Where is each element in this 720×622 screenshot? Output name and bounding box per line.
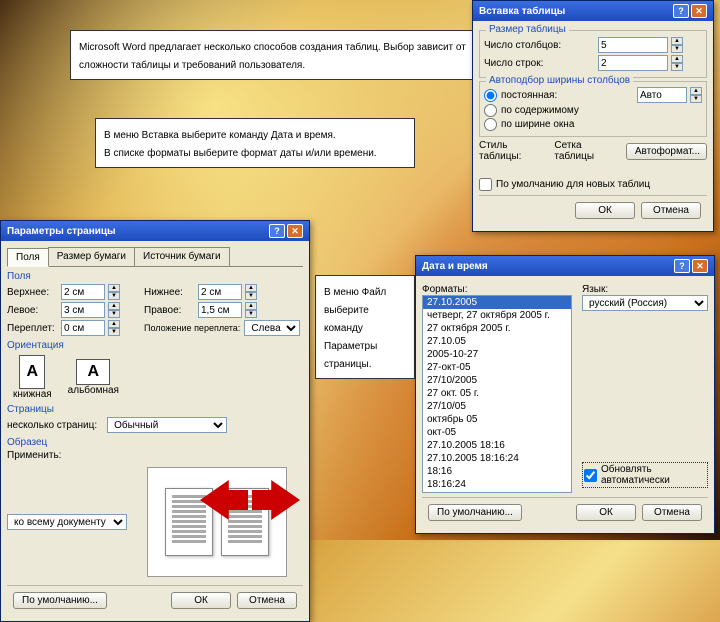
format-item[interactable]: 27/10/2005 [423,374,571,387]
preview-heading: Образец [7,437,303,448]
format-item[interactable]: 18:16:24 [423,478,571,491]
format-item[interactable]: 27.10.2005 18:16:24 [423,452,571,465]
instruction-text-2: В меню Файл выберите команду Параметры с… [315,275,415,379]
cols-label: Число столбцов: [484,40,594,51]
dialog-title: Дата и время [422,261,488,272]
orientation-landscape[interactable]: Aальбомная [68,359,119,396]
rows-label: Число строк: [484,58,594,69]
pages-heading: Страницы [7,404,303,415]
cancel-button[interactable]: Отмена [641,202,701,219]
ok-button[interactable]: ОК [171,592,231,609]
remember-checkbox[interactable]: По умолчанию для новых таблиц [479,178,707,191]
format-item[interactable]: четверг, 27 октября 2005 г. [423,309,571,322]
default-button[interactable]: По умолчанию... [428,504,522,521]
titlebar[interactable]: Параметры страницы ?✕ [1,221,309,241]
orientation-portrait[interactable]: Aкнижная [13,355,52,400]
format-item[interactable]: 27 окт. 05 г. [423,387,571,400]
margins-heading: Поля [7,271,303,282]
group-size-label: Размер таблицы [486,24,569,35]
dialog-title: Вставка таблицы [479,6,565,17]
format-item[interactable]: 27 октября 2005 г. [423,322,571,335]
radio-content[interactable]: по содержимому [484,104,702,117]
format-item[interactable]: 27.10.2005 18:16 [423,439,571,452]
nav-arrows [200,480,300,520]
radio-window[interactable]: по ширине окна [484,118,702,131]
cols-spinner[interactable]: ▲▼ [671,37,683,53]
dialog-title: Параметры страницы [7,226,116,237]
format-item[interactable]: 27.10.2005 [423,296,571,309]
fixed-width-input[interactable] [637,87,687,103]
tab-source[interactable]: Источник бумаги [134,247,230,266]
left-input[interactable] [61,302,105,318]
format-item[interactable]: 27.10.05 [423,335,571,348]
format-item[interactable]: октябрь 05 [423,413,571,426]
close-icon[interactable]: ✕ [692,259,708,273]
rows-spinner[interactable]: ▲▼ [671,55,683,71]
auto-update-checkbox[interactable]: Обновлять автоматически [582,462,708,488]
group-autofit-label: Автоподбор ширины столбцов [486,75,633,86]
titlebar[interactable]: Вставка таблицы ?✕ [473,1,713,21]
lang-label: Язык: [582,284,708,295]
next-arrow-icon[interactable] [252,480,300,520]
help-icon[interactable]: ? [674,259,690,273]
format-item[interactable]: окт-05 [423,426,571,439]
cancel-button[interactable]: Отмена [237,592,297,609]
gutter-input[interactable] [61,320,105,336]
prev-arrow-icon[interactable] [200,480,248,520]
instruction-text-1: В меню Вставка выберите команду Дата и в… [95,118,415,168]
gutter-pos-select[interactable]: Слева [244,320,300,336]
multi-select[interactable]: Обычный [107,417,227,433]
formats-label: Форматы: [422,284,572,295]
tabs: Поля Размер бумаги Источник бумаги [7,247,303,267]
close-icon[interactable]: ✕ [691,4,707,18]
rows-input[interactable] [598,55,668,71]
page-setup-dialog: Параметры страницы ?✕ Поля Размер бумаги… [0,220,310,622]
ok-button[interactable]: ОК [576,504,636,521]
date-time-dialog: Дата и время ?✕ Форматы: 27.10.2005четве… [415,255,715,534]
format-item[interactable]: 2005-10-27 [423,348,571,361]
tab-margins[interactable]: Поля [7,248,49,267]
orientation-heading: Ориентация [7,340,303,351]
bottom-input[interactable] [198,284,242,300]
help-icon[interactable]: ? [673,4,689,18]
insert-table-dialog: Вставка таблицы ?✕ Размер таблицы Число … [472,0,714,232]
intro-text: Microsoft Word предлагает несколько спос… [70,30,475,80]
autoformat-button[interactable]: Автоформат... [626,143,707,160]
style-value: Сетка таблицы [554,140,621,162]
radio-fixed[interactable]: постоянная:▲▼ [484,87,702,103]
default-button[interactable]: По умолчанию... [13,592,107,609]
format-item[interactable]: 18:16 [423,465,571,478]
help-icon[interactable]: ? [269,224,285,238]
tab-paper[interactable]: Размер бумаги [48,247,135,266]
top-input[interactable] [61,284,105,300]
apply-select[interactable]: ко всему документу [7,514,127,530]
right-input[interactable] [198,302,242,318]
cancel-button[interactable]: Отмена [642,504,702,521]
format-item[interactable]: 6:16 [423,491,571,493]
cols-input[interactable] [598,37,668,53]
format-item[interactable]: 27-окт-05 [423,361,571,374]
format-item[interactable]: 27/10/05 [423,400,571,413]
formats-listbox[interactable]: 27.10.2005четверг, 27 октября 2005 г.27 … [422,295,572,493]
lang-select[interactable]: русский (Россия) [582,295,708,311]
ok-button[interactable]: ОК [575,202,635,219]
titlebar[interactable]: Дата и время ?✕ [416,256,714,276]
style-label: Стиль таблицы: [479,140,550,162]
close-icon[interactable]: ✕ [287,224,303,238]
